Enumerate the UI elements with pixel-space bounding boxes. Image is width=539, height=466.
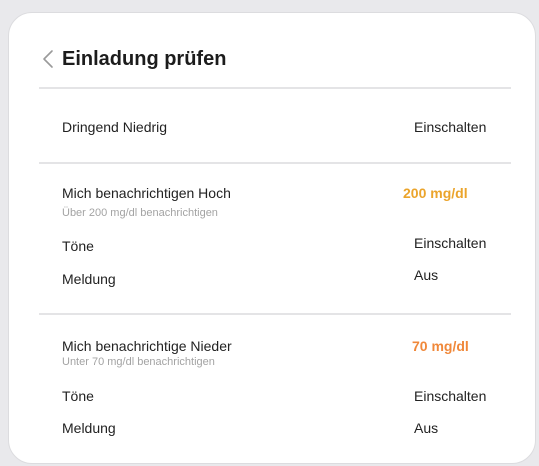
back-button[interactable] (39, 47, 59, 71)
urgent-low-value[interactable]: Einschalten (414, 118, 486, 136)
low-tones-label: Töne (62, 388, 94, 404)
divider (39, 313, 511, 315)
page-title: Einladung prüfen (62, 48, 227, 70)
high-alert-description: Über 200 mg/dl benachrichtigen (62, 207, 218, 219)
low-alert-label: Mich benachrichtige Nieder (62, 338, 232, 354)
settings-card: Einladung prüfen Dringend Niedrig Einsch… (8, 12, 536, 464)
low-notification-label: Meldung (62, 420, 116, 436)
low-threshold-value[interactable]: 70 mg/dl (412, 337, 469, 355)
low-alert-description: Unter 70 mg/dl benachrichtigen (62, 356, 215, 368)
high-alert-label: Mich benachrichtigen Hoch (62, 185, 231, 201)
divider (39, 87, 511, 89)
low-notification-value[interactable]: Aus (414, 419, 438, 437)
high-threshold-value[interactable]: 200 mg/dl (403, 184, 468, 202)
high-notification-label: Meldung (62, 271, 116, 287)
high-tones-value[interactable]: Einschalten (414, 234, 486, 252)
low-tones-value[interactable]: Einschalten (414, 387, 486, 405)
divider (39, 162, 511, 164)
high-tones-label: Töne (62, 238, 94, 254)
chevron-left-icon (43, 50, 53, 68)
urgent-low-label: Dringend Niedrig (62, 119, 168, 135)
high-notification-value[interactable]: Aus (414, 266, 438, 284)
